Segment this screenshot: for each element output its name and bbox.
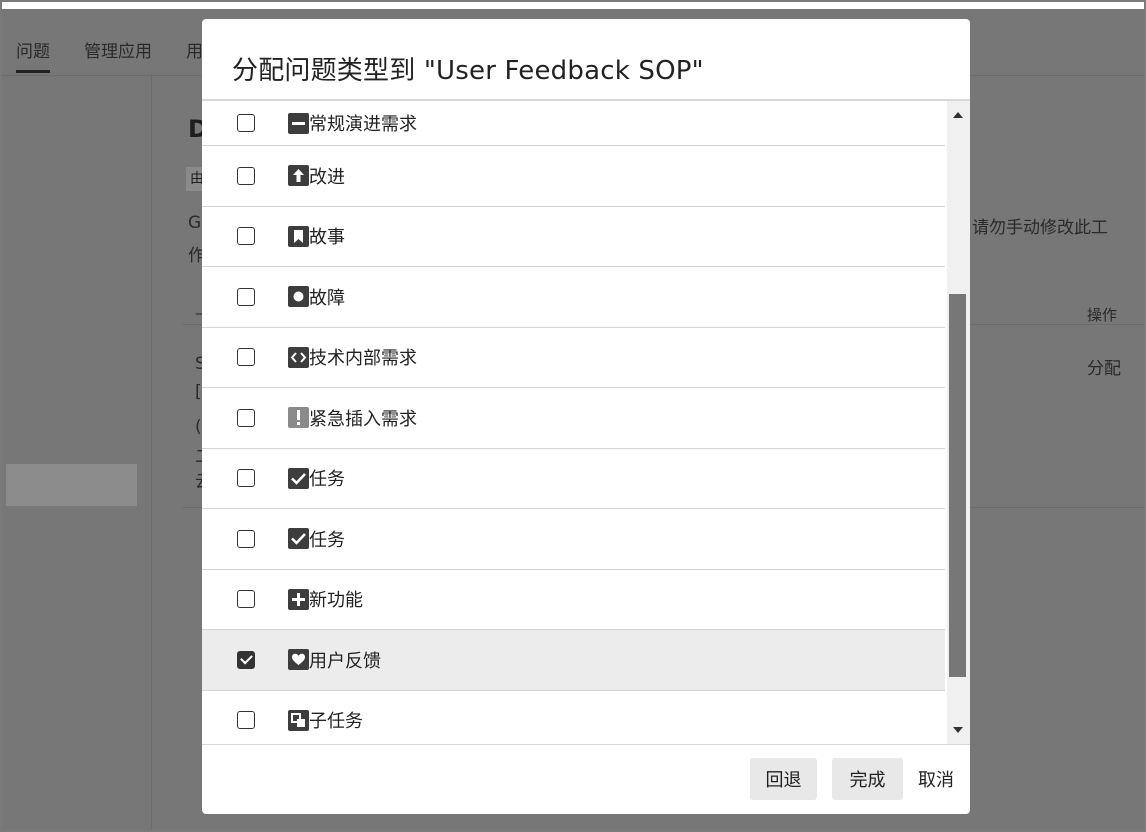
subtask-icon <box>288 709 309 731</box>
issue-type-label: 改进 <box>309 166 345 188</box>
issue-type-label: 子任务 <box>309 711 363 733</box>
issue-type-label: 故事 <box>309 227 345 249</box>
issue-type-label: 新功能 <box>309 590 363 612</box>
code-icon <box>288 346 309 368</box>
list-item[interactable]: 紧急插入需求 <box>202 388 945 449</box>
issue-type-label: 用户反馈 <box>309 650 381 672</box>
exclamation-icon <box>288 407 309 429</box>
scroll-up-arrow-icon[interactable] <box>953 112 963 118</box>
plus-icon <box>288 588 309 610</box>
list-item[interactable]: 任务 <box>202 449 945 509</box>
checkbox[interactable] <box>237 711 255 730</box>
list-item[interactable]: 故事 <box>202 207 945 267</box>
list-item[interactable]: 故障 <box>202 267 945 328</box>
issue-type-label: 故障 <box>309 287 345 309</box>
checkbox[interactable] <box>237 227 255 246</box>
issue-type-label: 任务 <box>309 469 345 491</box>
scroll-down-arrow-icon[interactable] <box>953 727 963 733</box>
list-item[interactable]: 技术内部需求 <box>202 328 945 388</box>
checkbox-checked[interactable] <box>237 650 255 669</box>
issue-type-label: 任务 <box>309 529 345 551</box>
bug-circle-icon <box>288 286 309 308</box>
checkbox[interactable] <box>237 166 255 185</box>
checkbox[interactable] <box>237 287 255 306</box>
checkbox[interactable] <box>237 348 255 367</box>
checkmark-icon <box>288 467 309 489</box>
minus-icon <box>288 112 309 134</box>
issue-type-list[interactable]: 常规演进需求 改进 故事 故障 技术内部需求 紧急插入需求 任务 任务 新功能 … <box>202 101 945 744</box>
dialog-footer-divider <box>202 744 970 745</box>
checkbox[interactable] <box>237 529 255 548</box>
list-item[interactable]: 任务 <box>202 509 945 570</box>
list-item[interactable]: 常规演进需求 <box>202 101 945 146</box>
list-item[interactable]: 子任务 <box>202 691 945 745</box>
scrollbar[interactable] <box>947 101 970 744</box>
back-button[interactable]: 回退 <box>750 758 817 800</box>
dialog-title: 分配问题类型到 "User Feedback SOP" <box>232 56 704 86</box>
list-item[interactable]: 用户反馈 <box>202 630 945 691</box>
arrow-up-icon <box>288 165 309 187</box>
done-button[interactable]: 完成 <box>832 758 903 800</box>
checkbox[interactable] <box>237 408 255 427</box>
heart-icon <box>288 649 309 671</box>
assign-issue-types-dialog: 分配问题类型到 "User Feedback SOP" 常规演进需求 改进 故事… <box>202 19 970 814</box>
checkbox[interactable] <box>237 590 255 609</box>
issue-type-label: 常规演进需求 <box>309 114 417 135</box>
checkbox[interactable] <box>237 114 255 132</box>
issue-type-label: 技术内部需求 <box>309 348 417 370</box>
cancel-button[interactable]: 取消 <box>912 758 960 800</box>
checkmark-icon <box>288 528 309 550</box>
list-item[interactable]: 改进 <box>202 146 945 207</box>
scroll-thumb[interactable] <box>949 294 966 677</box>
checkbox[interactable] <box>237 469 255 488</box>
issue-type-label: 紧急插入需求 <box>309 408 417 430</box>
list-item[interactable]: 新功能 <box>202 570 945 630</box>
bookmark-icon <box>288 225 309 247</box>
